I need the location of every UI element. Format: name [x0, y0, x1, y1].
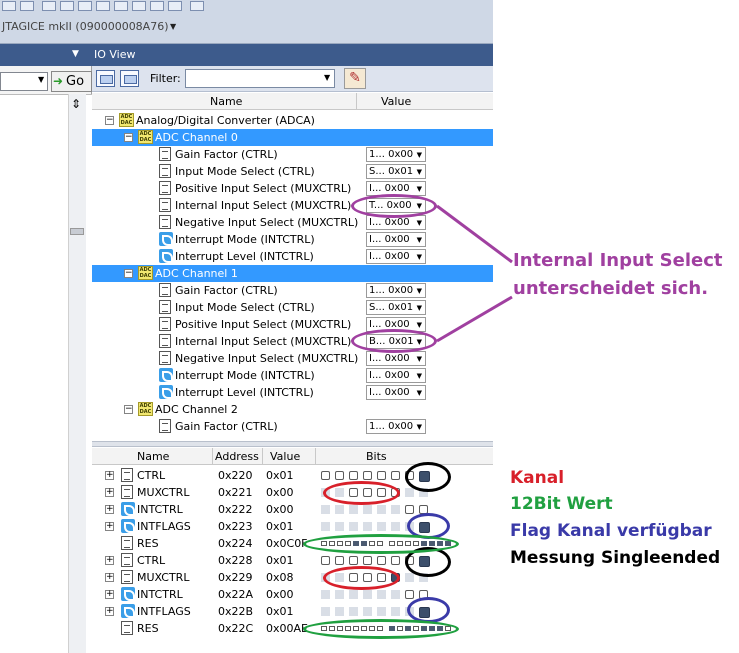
annotation-messung: Messung Singleended [510, 548, 721, 568]
pointer-line [436, 295, 513, 343]
annotation-kanal: Kanal [510, 468, 565, 488]
annotation-internal-input-line1: Internal Input Select [513, 250, 723, 271]
annotation-flag: Flag Kanal verfügbar [510, 521, 712, 541]
pointer-line [436, 204, 513, 264]
annotation-internal-input-line2: unterscheidet sich. [513, 278, 709, 299]
annotation-12bit: 12Bit Wert [510, 494, 613, 514]
